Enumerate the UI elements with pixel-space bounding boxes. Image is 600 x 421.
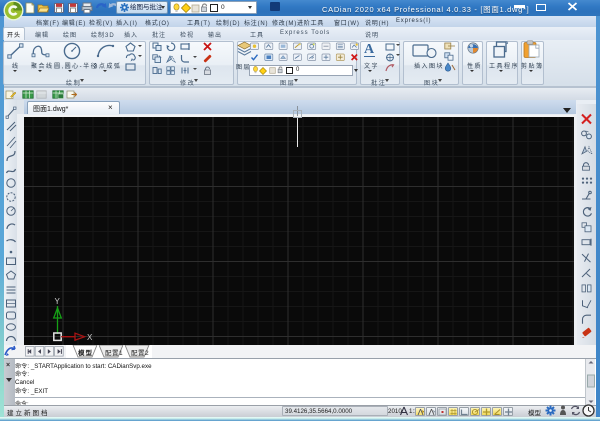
svg-text:Y: Y: [55, 297, 61, 306]
svg-text:X: X: [87, 333, 93, 342]
